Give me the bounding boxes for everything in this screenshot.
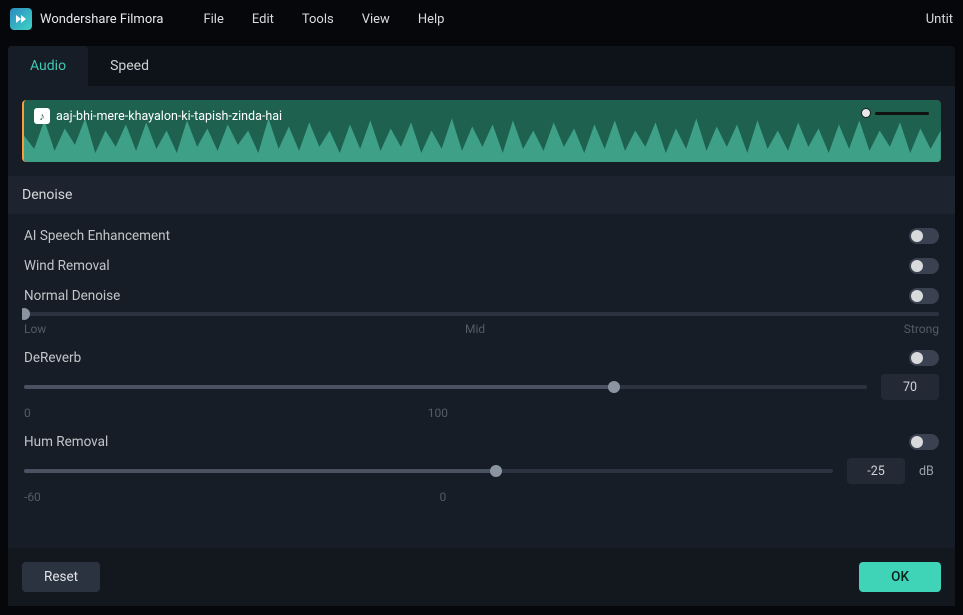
slider-label-strong: Strong: [904, 322, 939, 336]
label-ai-speech: AI Speech Enhancement: [24, 228, 170, 244]
app-logo: [10, 8, 32, 30]
clip-volume-track[interactable]: [875, 112, 929, 115]
clip-volume-slider[interactable]: [861, 108, 929, 118]
slider-normal-denoise: Low Mid Strong: [22, 304, 941, 336]
menu-file[interactable]: File: [203, 12, 223, 27]
slider-label-hum-max: 0: [440, 490, 447, 504]
panel-footer: Reset OK: [8, 548, 955, 606]
menu-bar: Wondershare Filmora File Edit Tools View…: [0, 0, 963, 38]
menu-tools[interactable]: Tools: [302, 12, 334, 27]
row-ai-speech: AI Speech Enhancement: [22, 214, 941, 244]
unit-hum-removal: dB: [919, 464, 939, 479]
denoise-settings: AI Speech Enhancement Wind Removal Norma…: [22, 214, 941, 538]
toggle-hum-removal[interactable]: [909, 434, 939, 450]
slider-thumb-hum-removal[interactable]: [490, 465, 502, 477]
app-name: Wondershare Filmora: [40, 12, 163, 27]
value-hum-removal[interactable]: -25: [847, 458, 905, 484]
slider-track-normal-denoise[interactable]: [24, 312, 939, 316]
menu-help[interactable]: Help: [418, 12, 445, 27]
row-hum-removal: Hum Removal: [22, 420, 941, 450]
slider-labels-normal-denoise: Low Mid Strong: [24, 322, 939, 336]
slider-labels-hum-removal: -60 0: [24, 490, 939, 504]
section-header-denoise: Denoise: [8, 176, 955, 214]
slider-label-hum-min: -60: [24, 490, 41, 504]
clip-volume-thumb[interactable]: [861, 108, 871, 118]
label-dereverb: DeReverb: [24, 350, 81, 366]
clip-name: aaj-bhi-mere-khayalon-ki-tapish-zinda-ha…: [56, 109, 282, 124]
row-normal-denoise: Normal Denoise: [22, 274, 941, 304]
slider-label-mid: Mid: [465, 322, 485, 336]
toggle-normal-denoise[interactable]: [909, 288, 939, 304]
tab-speed[interactable]: Speed: [88, 46, 171, 86]
row-dereverb: DeReverb: [22, 336, 941, 366]
tab-audio[interactable]: Audio: [8, 46, 88, 86]
toggle-wind-removal[interactable]: [909, 258, 939, 274]
slider-fill-hum-removal: [24, 469, 496, 473]
menu-edit[interactable]: Edit: [252, 12, 274, 27]
toggle-dereverb[interactable]: [909, 350, 939, 366]
slider-hum-removal: -25 dB -60 0: [22, 450, 941, 504]
slider-label-dereverb-min: 0: [24, 406, 31, 420]
label-hum-removal: Hum Removal: [24, 434, 108, 450]
slider-label-low: Low: [24, 322, 46, 336]
slider-thumb-dereverb[interactable]: [608, 381, 620, 393]
slider-dereverb: 70 0 100: [22, 366, 941, 420]
slider-label-dereverb-max: 100: [428, 406, 448, 420]
menu-view[interactable]: View: [362, 12, 390, 27]
slider-track-dereverb[interactable]: [24, 385, 867, 389]
music-icon: ♪: [34, 108, 50, 124]
row-wind-removal: Wind Removal: [22, 244, 941, 274]
ok-button[interactable]: OK: [859, 562, 941, 592]
audio-panel: Audio Speed ♪ aaj-bhi-mere-khayalon-ki-t…: [8, 46, 955, 606]
slider-thumb-normal-denoise[interactable]: [22, 308, 30, 320]
label-wind-removal: Wind Removal: [24, 258, 110, 274]
toggle-ai-speech[interactable]: [909, 228, 939, 244]
clip-label: ♪ aaj-bhi-mere-khayalon-ki-tapish-zinda-…: [34, 108, 282, 124]
document-name: Untit: [926, 12, 953, 27]
slider-fill-dereverb: [24, 385, 614, 389]
value-dereverb[interactable]: 70: [881, 374, 939, 400]
reset-button[interactable]: Reset: [22, 562, 100, 592]
panel-content: ♪ aaj-bhi-mere-khayalon-ki-tapish-zinda-…: [8, 86, 955, 606]
tab-bar: Audio Speed: [8, 46, 955, 86]
slider-labels-dereverb: 0 100: [24, 406, 939, 420]
audio-waveform[interactable]: ♪ aaj-bhi-mere-khayalon-ki-tapish-zinda-…: [22, 100, 941, 162]
label-normal-denoise: Normal Denoise: [24, 288, 120, 304]
slider-track-hum-removal[interactable]: [24, 469, 833, 473]
